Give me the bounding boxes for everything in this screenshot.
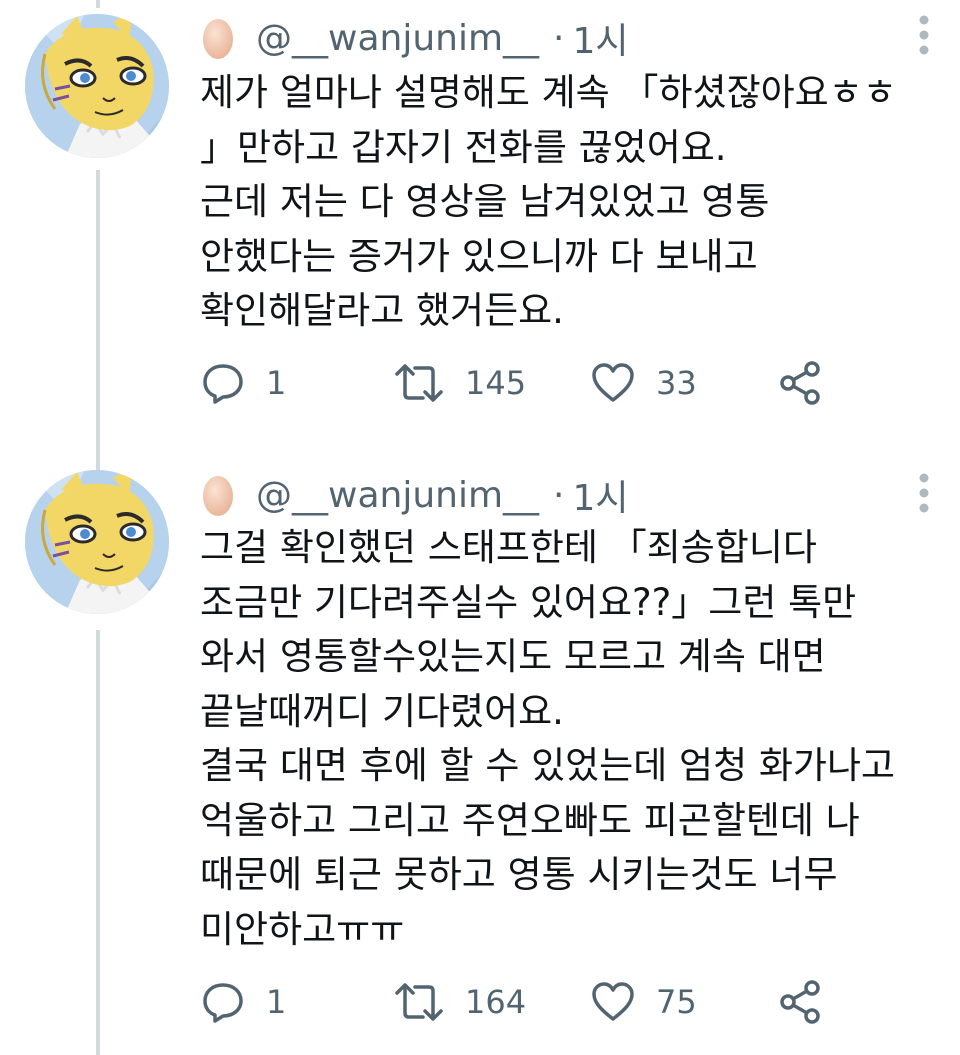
retweet-button[interactable]: 145 xyxy=(393,353,526,413)
retweet-button[interactable]: 164 xyxy=(393,972,526,1032)
share-icon xyxy=(780,361,820,405)
share-button[interactable] xyxy=(778,972,824,1032)
like-count: 75 xyxy=(656,983,697,1021)
avatar[interactable] xyxy=(25,14,169,158)
tweet-text-line: 」만하고 갑자기 전화를 끊었어요. xyxy=(200,125,727,169)
separator: · xyxy=(553,17,565,59)
more-vertical-icon[interactable] xyxy=(914,12,934,62)
tweet-text-line: 안했다는 증거가 있으니까 다 보내고 xyxy=(200,234,758,278)
like-button[interactable]: 75 xyxy=(590,972,697,1032)
avatar[interactable] xyxy=(25,470,169,614)
tweet-text: 그걸 확인했던 스태프한테 「죄송합니다 조금만 기다려주실수 있어요??」그런… xyxy=(200,521,945,957)
tweet-text-line: 때문에 퇴근 못하고 영통 시키는것도 너무 xyxy=(200,853,838,896)
reply-count: 1 xyxy=(266,983,287,1021)
like-button[interactable]: 33 xyxy=(590,353,697,413)
retweet-count: 164 xyxy=(465,983,527,1021)
like-count: 33 xyxy=(656,364,697,402)
more-vertical-icon[interactable] xyxy=(914,470,934,520)
tweet-text-line: 결국 대면 후에 할 수 있었는데 엄청 화가나고 xyxy=(200,744,896,787)
tweet-actions: 1 164 75 xyxy=(200,972,940,1032)
tweet-text: 제가 얼마나 설명해도 계속 「하셨잖아요ㅎㅎ 」만하고 갑자기 전화를 끊었어… xyxy=(200,66,945,339)
tweet-text-line: 확인해달라고 했거든요. xyxy=(200,289,564,332)
tweet-header: @__wanjunim__ · 1시 xyxy=(200,12,629,64)
reply-count: 1 xyxy=(266,364,287,402)
heart-icon xyxy=(592,363,634,402)
tweet-header: @__wanjunim__ · 1시 xyxy=(200,469,629,521)
retweet-icon xyxy=(395,983,443,1021)
tweet-text-line: 와서 영통할수있는지도 모르고 계속 대면 xyxy=(200,635,826,678)
tweet-text-line: 조금만 기다려주실수 있어요??」그런 톡만 xyxy=(200,580,857,624)
username[interactable]: @__wanjunim__ xyxy=(256,18,539,59)
share-icon xyxy=(780,980,820,1024)
retweet-icon xyxy=(395,364,443,402)
username[interactable]: @__wanjunim__ xyxy=(256,475,539,516)
tweet[interactable]: @__wanjunim__ · 1시 그걸 확인했던 스태프한테 「죄송합니다 … xyxy=(0,470,960,1055)
timestamp[interactable]: 1시 xyxy=(572,469,628,521)
tweet-actions: 1 145 33 xyxy=(200,353,940,413)
tweet-text-line: 끝날때꺼디 기다렸어요. xyxy=(200,689,564,733)
reply-icon xyxy=(203,364,243,404)
tweet-text-line: 미안하고ㅠㅠ xyxy=(200,907,405,951)
retweet-count: 145 xyxy=(465,364,527,402)
share-button[interactable] xyxy=(778,353,824,413)
reply-button[interactable]: 1 xyxy=(200,353,286,413)
timestamp[interactable]: 1시 xyxy=(572,12,628,64)
tweet-text-line: 제가 얼마나 설명해도 계속 「하셨잖아요ㅎㅎ xyxy=(200,71,897,114)
egg-icon xyxy=(200,15,236,61)
reply-button[interactable]: 1 xyxy=(200,972,286,1032)
tweet-text-line: 억울하고 그리고 주연오빠도 피곤할텐데 나 xyxy=(200,798,860,842)
tweet[interactable]: @__wanjunim__ · 1시 제가 얼마나 설명해도 계속 「하셨잖아요… xyxy=(0,0,960,460)
reply-icon xyxy=(203,983,243,1023)
separator: · xyxy=(553,474,565,516)
heart-icon xyxy=(592,982,634,1021)
tweet-text-line: 그걸 확인했던 스태프한테 「죄송합니다 xyxy=(200,526,817,569)
tweet-text-line: 근데 저는 다 영상을 남겨있었고 영통 xyxy=(200,180,770,223)
egg-icon xyxy=(200,472,236,518)
